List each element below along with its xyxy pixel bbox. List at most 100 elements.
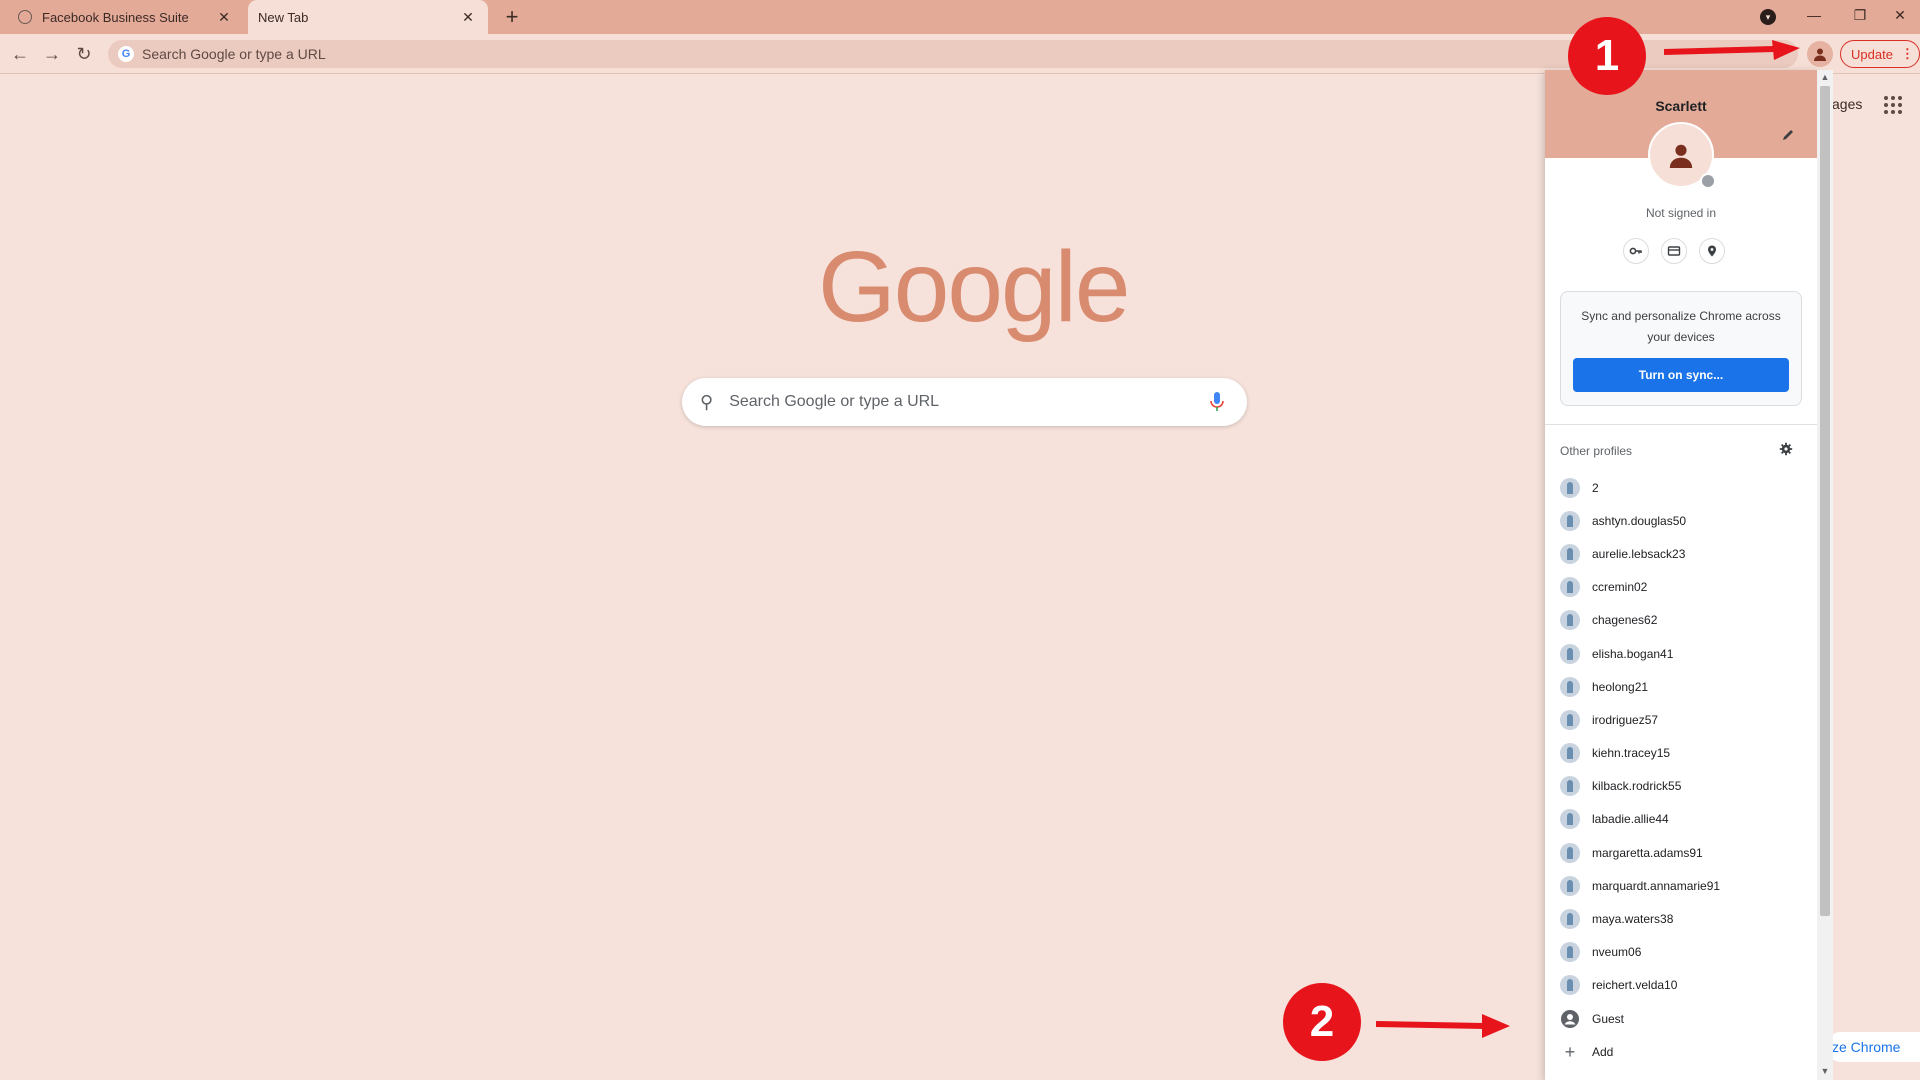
profile-avatar-icon <box>1560 610 1580 631</box>
card-icon[interactable] <box>1661 238 1687 264</box>
profile-avatar-icon <box>1560 543 1580 564</box>
profile-menu: Scarlett Not signed in Sync and personal… <box>1545 70 1817 1080</box>
profile-item[interactable]: ccremin02 <box>1545 571 1817 604</box>
tab-title: New Tab <box>258 9 309 25</box>
gear-icon[interactable] <box>1779 442 1795 458</box>
profile-label: marquardt.annamarie91 <box>1592 878 1721 893</box>
add-profile-item[interactable]: + Add <box>1545 1035 1817 1068</box>
facebook-favicon-icon <box>18 10 32 24</box>
profile-item[interactable]: heolong21 <box>1545 670 1817 703</box>
profile-avatar-icon <box>1560 477 1580 498</box>
profile-avatar-icon <box>1560 842 1580 863</box>
profile-item[interactable]: 2 <box>1545 471 1817 504</box>
profile-item[interactable]: ashtyn.douglas50 <box>1545 504 1817 537</box>
profile-avatar-icon <box>1560 975 1580 996</box>
profile-list: 2 ashtyn.douglas50 aurelie.lebsack23 ccr… <box>1545 471 1817 1068</box>
sync-card: Sync and personalize Chrome across your … <box>1560 291 1802 406</box>
add-label: Add <box>1592 1044 1614 1059</box>
guest-profile-item[interactable]: Guest <box>1545 1002 1817 1035</box>
profile-item[interactable]: margaretta.adams91 <box>1545 836 1817 869</box>
person-icon <box>1669 144 1693 168</box>
google-g-icon: G <box>118 46 134 62</box>
images-link[interactable]: ages <box>1832 96 1862 112</box>
google-logo: Google <box>818 231 1130 343</box>
other-profiles-heading: Other profiles <box>1560 444 1633 458</box>
tab-search-icon[interactable]: ▾ <box>1760 9 1776 25</box>
profile-item[interactable]: nveum06 <box>1545 936 1817 969</box>
scroll-thumb[interactable] <box>1820 86 1830 916</box>
microphone-icon[interactable] <box>1205 390 1229 414</box>
person-icon <box>1814 48 1826 61</box>
forward-arrow-icon[interactable]: → <box>40 42 64 66</box>
profile-label: ashtyn.douglas50 <box>1592 513 1687 528</box>
turn-on-sync-button[interactable]: Turn on sync... <box>1573 358 1789 392</box>
pencil-icon[interactable] <box>1781 128 1797 144</box>
profile-avatar-icon <box>1560 942 1580 963</box>
profile-item[interactable]: reichert.velda10 <box>1545 969 1817 1002</box>
minimize-icon[interactable]: — <box>1794 0 1834 30</box>
profile-avatar-icon <box>1560 743 1580 764</box>
profile-label: 2 <box>1592 480 1599 495</box>
profile-avatar-icon <box>1560 709 1580 730</box>
profile-item[interactable]: chagenes62 <box>1545 604 1817 637</box>
divider <box>1545 424 1817 425</box>
address-bar-placeholder: Search Google or type a URL <box>142 46 326 62</box>
tab-title: Facebook Business Suite <box>42 9 189 25</box>
profile-label: elisha.bogan41 <box>1592 646 1674 661</box>
profile-label: margaretta.adams91 <box>1592 845 1703 860</box>
profile-item[interactable]: aurelie.lebsack23 <box>1545 537 1817 570</box>
profile-label: ccremin02 <box>1592 580 1648 595</box>
profile-label: kilback.rodrick55 <box>1592 779 1682 794</box>
callout-badge-2: 2 <box>1283 983 1361 1061</box>
profile-label: aurelie.lebsack23 <box>1592 546 1686 561</box>
profile-item[interactable]: marquardt.annamarie91 <box>1545 869 1817 902</box>
tab-facebook-business-suite[interactable]: Facebook Business Suite ✕ <box>6 0 244 34</box>
menu-scrollbar[interactable]: ▲ ▼ <box>1817 70 1833 1080</box>
profile-label: chagenes62 <box>1592 613 1658 628</box>
profile-item[interactable]: elisha.bogan41 <box>1545 637 1817 670</box>
profile-label: maya.waters38 <box>1592 912 1674 927</box>
search-input[interactable]: ⚲ Search Google or type a URL <box>682 378 1247 426</box>
scroll-down-icon[interactable]: ▼ <box>1817 1064 1833 1078</box>
quick-access-row <box>1623 238 1725 264</box>
address-bar[interactable]: G Search Google or type a URL <box>108 40 1798 68</box>
profile-avatar-icon <box>1560 776 1580 797</box>
window-close-icon[interactable]: ✕ <box>1880 0 1920 30</box>
profile-item[interactable]: maya.waters38 <box>1545 902 1817 935</box>
customize-chrome-button[interactable]: ze Chrome <box>1826 1032 1920 1062</box>
profile-label: nveum06 <box>1592 945 1642 960</box>
update-label: Update <box>1851 46 1893 62</box>
more-menu-icon[interactable]: ⋮ <box>1901 46 1914 62</box>
tab-new-tab[interactable]: New Tab ✕ <box>248 0 488 34</box>
profile-label: reichert.velda10 <box>1592 978 1678 993</box>
signin-status: Not signed in <box>1645 206 1717 220</box>
profile-label: irodriguez57 <box>1592 712 1659 727</box>
reload-icon[interactable]: ↻ <box>72 42 96 66</box>
update-button[interactable]: Update ⋮ <box>1840 40 1920 68</box>
new-tab-button[interactable]: + <box>498 3 526 31</box>
key-icon[interactable] <box>1623 238 1649 264</box>
close-tab-icon[interactable]: ✕ <box>456 9 480 26</box>
profile-avatar-icon <box>1560 643 1580 664</box>
profile-item[interactable]: labadie.allie44 <box>1545 803 1817 836</box>
profile-item[interactable]: kilback.rodrick55 <box>1545 770 1817 803</box>
profile-button[interactable] <box>1807 41 1833 67</box>
arrow-to-profile-icon <box>1664 40 1800 60</box>
profile-avatar-icon <box>1560 875 1580 896</box>
back-arrow-icon[interactable]: ← <box>8 42 32 66</box>
plus-icon: + <box>1564 1041 1576 1062</box>
close-tab-icon[interactable]: ✕ <box>212 9 236 26</box>
callout-badge-1: 1 <box>1568 17 1646 95</box>
restore-icon[interactable]: ❐ <box>1840 0 1880 30</box>
arrow-to-guest-icon <box>1376 1014 1510 1038</box>
profile-item[interactable]: kiehn.tracey15 <box>1545 737 1817 770</box>
profile-avatar-icon <box>1560 510 1580 531</box>
location-pin-icon[interactable] <box>1699 238 1725 264</box>
sync-paused-badge <box>1700 173 1716 189</box>
guest-label: Guest <box>1592 1011 1625 1026</box>
profile-avatar-icon <box>1560 577 1580 598</box>
magnifier-icon: ⚲ <box>700 391 714 412</box>
scroll-up-icon[interactable]: ▲ <box>1817 70 1833 84</box>
profile-item[interactable]: irodriguez57 <box>1545 703 1817 736</box>
apps-grid-icon[interactable] <box>1884 96 1902 114</box>
